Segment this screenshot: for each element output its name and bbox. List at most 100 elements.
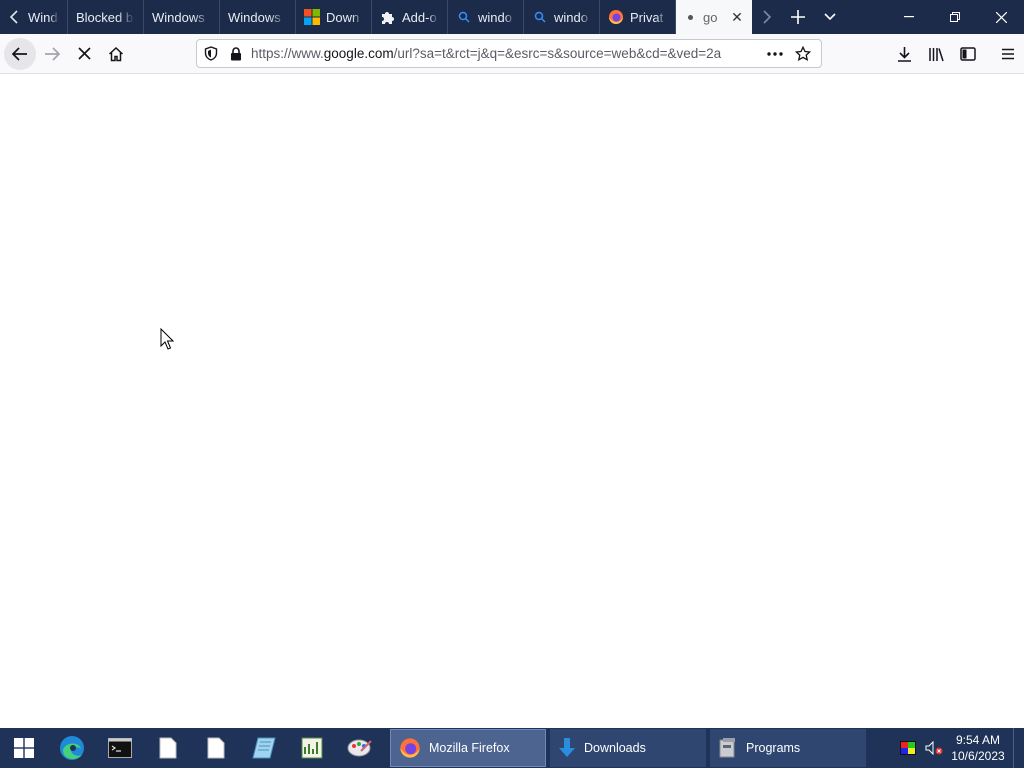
tab-label: Privat — [630, 9, 664, 25]
tab-2[interactable]: Blocked b — [68, 0, 144, 34]
url-prefix: https://www. — [251, 46, 324, 61]
taskbar-paint[interactable] — [336, 728, 384, 768]
chart-app-icon — [301, 737, 323, 759]
sidebar-icon — [960, 47, 976, 61]
tracking-protection-shield-icon[interactable] — [200, 43, 222, 65]
stop-button[interactable] — [68, 38, 100, 70]
chevron-right-icon — [763, 10, 772, 24]
tab-1[interactable]: Windo — [28, 0, 68, 34]
back-button[interactable] — [4, 37, 36, 70]
tab-6[interactable]: Add-o — [372, 0, 448, 34]
padlock-icon[interactable] — [225, 43, 247, 65]
arrow-left-icon — [12, 46, 27, 61]
taskbar-task-programs[interactable]: Programs — [710, 729, 866, 767]
tab-10-active[interactable]: go ✕ — [676, 0, 752, 34]
tab-label: Down — [326, 9, 360, 25]
desktop: Windo Blocked b Windows Windows Down — [0, 0, 1024, 768]
taskbar-chart-app[interactable] — [288, 728, 336, 768]
close-window-button[interactable] — [978, 0, 1024, 34]
url-actions — [761, 42, 817, 66]
tab-label: Windo — [28, 9, 59, 25]
chevron-left-icon — [9, 10, 18, 24]
tab-label: windo — [478, 9, 512, 25]
library-button[interactable] — [920, 38, 952, 70]
restore-icon — [950, 12, 960, 22]
taskbar-task-firefox[interactable]: Mozilla Firefox — [390, 729, 546, 767]
list-all-tabs-button[interactable] — [814, 0, 846, 34]
show-desktop-button[interactable] — [1013, 728, 1024, 768]
tab-close-icon[interactable]: ✕ — [730, 9, 744, 26]
chevron-down-icon — [824, 13, 836, 21]
sidebar-toggle-button[interactable] — [952, 38, 984, 70]
tab-scroll-left-button[interactable] — [0, 0, 28, 34]
plus-icon — [791, 10, 805, 24]
taskbar-notepad[interactable] — [240, 728, 288, 768]
tab-scroll-right-button[interactable] — [752, 0, 782, 34]
loading-dot-icon — [688, 14, 693, 20]
search-icon — [532, 9, 548, 25]
tab-5[interactable]: Down — [296, 0, 372, 34]
tab-8[interactable]: windo — [524, 0, 600, 34]
page-actions-button[interactable] — [761, 42, 789, 66]
restore-button[interactable] — [932, 0, 978, 34]
minimize-button[interactable] — [886, 0, 932, 34]
task-label: Mozilla Firefox — [429, 741, 510, 755]
minimize-icon — [904, 16, 914, 18]
file-icon — [207, 737, 225, 759]
tab-4[interactable]: Windows — [220, 0, 296, 34]
taskbar-terminal[interactable] — [96, 728, 144, 768]
tab-label: Windows — [228, 9, 281, 25]
page-content[interactable] — [0, 74, 1024, 728]
system-tray: 9:54 AM 10/6/2023 — [895, 728, 1024, 768]
tab-9[interactable]: Privat — [600, 0, 676, 34]
home-icon — [108, 46, 124, 61]
url-host: google.com — [323, 46, 394, 61]
start-button[interactable] — [0, 728, 48, 768]
downloads-button[interactable] — [888, 38, 920, 70]
window-controls — [886, 0, 1024, 34]
task-label: Downloads — [584, 741, 646, 755]
taskbar-task-downloads[interactable]: Downloads — [550, 729, 706, 767]
firefox-icon — [400, 738, 420, 758]
taskbar-file-2[interactable] — [192, 728, 240, 768]
app-menu-button[interactable] — [992, 38, 1024, 70]
forward-button[interactable] — [36, 38, 68, 70]
bookmark-star-button[interactable] — [789, 42, 817, 66]
star-icon — [795, 45, 811, 61]
tray-color-app[interactable] — [897, 737, 919, 759]
programs-icon — [719, 738, 735, 758]
tab-label: go — [703, 9, 718, 25]
tab-label: windo — [554, 9, 588, 25]
paint-icon — [347, 739, 372, 757]
file-icon — [159, 737, 177, 759]
tab-7[interactable]: windo — [448, 0, 524, 34]
stop-icon — [77, 47, 91, 60]
url-text[interactable]: https://www.google.com/url?sa=t&rct=j&q=… — [251, 46, 761, 61]
taskbar-edge[interactable] — [48, 728, 96, 768]
more-dots-icon — [767, 51, 783, 56]
notepad-icon — [252, 737, 276, 759]
system-clock[interactable]: 9:54 AM 10/6/2023 — [947, 732, 1009, 764]
search-icon — [456, 9, 472, 25]
navigation-toolbar: https://www.google.com/url?sa=t&rct=j&q=… — [0, 34, 1024, 74]
taskbar-file-1[interactable] — [144, 728, 192, 768]
new-tab-button[interactable] — [782, 0, 814, 34]
clock-time: 9:54 AM — [955, 733, 1001, 747]
tab-label: Windows — [152, 9, 205, 25]
windows-taskbar: Mozilla Firefox Downloads Programs 9:54 … — [0, 728, 1024, 768]
address-bar[interactable]: https://www.google.com/url?sa=t&rct=j&q=… — [196, 39, 822, 68]
edge-icon — [60, 736, 84, 760]
tab-strip: Windo Blocked b Windows Windows Down — [28, 0, 752, 34]
volume-muted-icon — [925, 741, 943, 755]
tab-3[interactable]: Windows — [144, 0, 220, 34]
firefox-icon — [608, 9, 624, 25]
home-button[interactable] — [100, 38, 132, 70]
toolbar-right — [888, 38, 1024, 70]
clock-date: 10/6/2023 — [951, 749, 1005, 763]
volume-button[interactable] — [923, 737, 945, 759]
tab-label: Add-o — [402, 9, 437, 25]
browser-tab-bar: Windo Blocked b Windows Windows Down — [0, 0, 1024, 34]
tab-label: Blocked b — [76, 9, 134, 25]
download-icon — [897, 47, 911, 62]
microsoft-logo-icon — [304, 9, 320, 25]
